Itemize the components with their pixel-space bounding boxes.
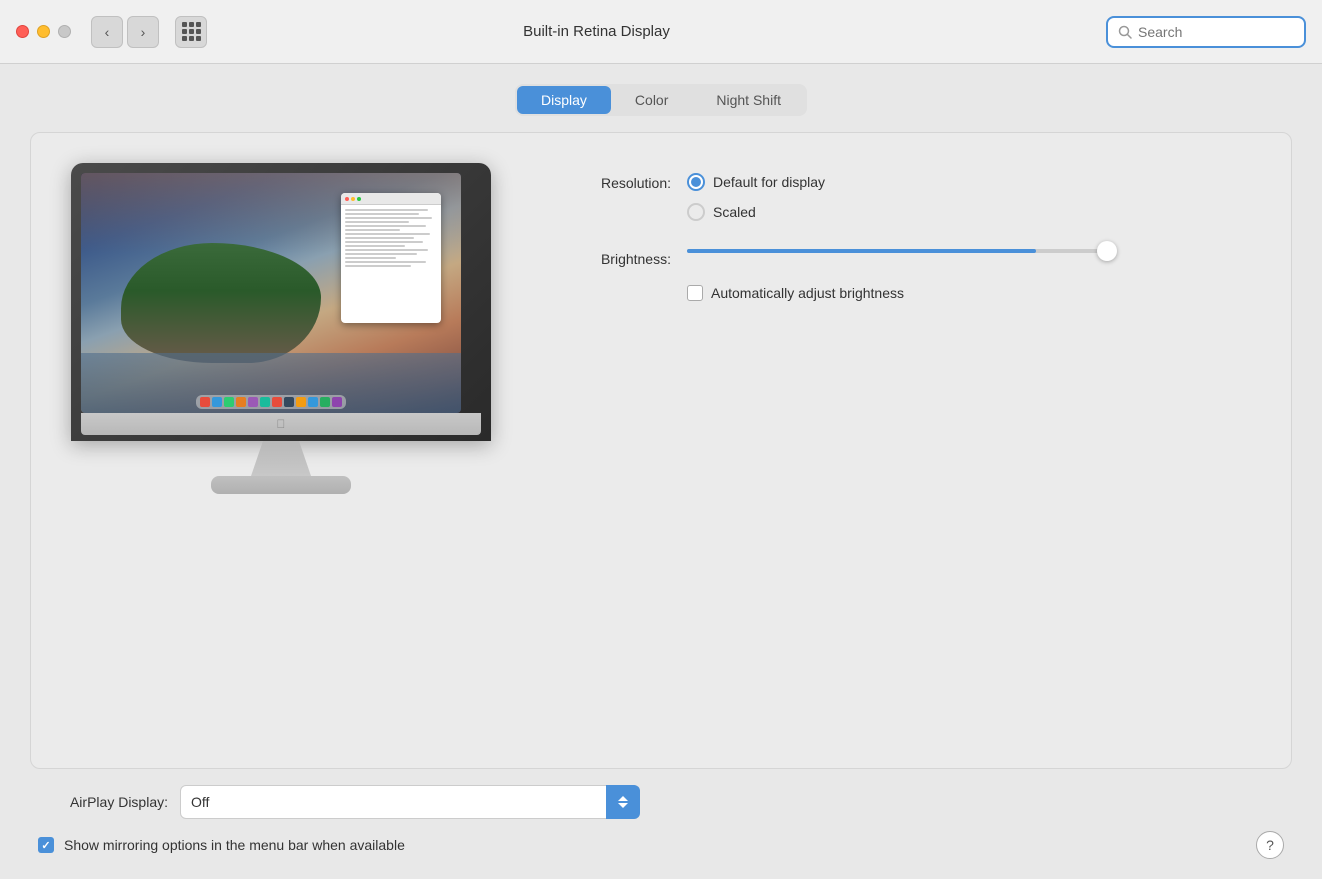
imac-screen-outer:  [71,163,491,441]
radio-inner-icon [691,177,701,187]
resolution-scaled-option[interactable]: Scaled [687,203,825,221]
resolution-default-option[interactable]: Default for display [687,173,825,191]
island [121,243,321,363]
brightness-slider-container [687,249,1107,253]
brightness-group: Brightness: [561,249,1261,267]
imac:  [71,163,491,494]
tab-night-shift[interactable]: Night Shift [692,86,805,114]
imac-screen [81,173,461,413]
auto-brightness-label: Automatically adjust brightness [711,285,904,301]
maximize-button[interactable] [58,25,71,38]
help-button[interactable]: ? [1256,831,1284,859]
search-icon [1118,25,1132,39]
main-content: Display Color Night Shift [0,64,1322,879]
tab-display[interactable]: Display [517,86,611,114]
close-button[interactable] [16,25,29,38]
resolution-scaled-radio[interactable] [687,203,705,221]
imac-illustration:  [61,163,501,494]
mirroring-row: ✓ Show mirroring options in the menu bar… [38,831,1284,859]
brightness-slider-track [687,249,1107,253]
brightness-slider-fill [687,249,1036,253]
search-box [1106,16,1306,48]
resolution-label: Resolution: [561,173,671,191]
bottom-section: AirPlay Display: Off On ✓ Show mirroring… [30,785,1292,859]
settings-controls: Resolution: Default for display Scaled [561,163,1261,301]
auto-brightness-checkbox[interactable] [687,285,703,301]
imac-foot [211,476,351,494]
minimize-button[interactable] [37,25,50,38]
resolution-radio-group: Default for display Scaled [687,173,825,221]
tabs-container: Display Color Night Shift [30,84,1292,116]
dock [196,395,346,409]
window-title: Built-in Retina Display [99,23,1094,40]
resolution-scaled-label: Scaled [713,204,756,220]
airplay-label: AirPlay Display: [38,794,168,810]
wallpaper [81,173,461,413]
search-input[interactable] [1138,24,1294,40]
imac-neck [251,441,311,476]
auto-brightness-group: Automatically adjust brightness [687,285,1261,301]
imac-base [211,441,351,494]
brightness-label: Brightness: [561,249,671,267]
tabs: Display Color Night Shift [515,84,807,116]
airplay-select-container: Off On [180,785,640,819]
titlebar: ‹ › Built-in Retina Display [0,0,1322,64]
resolution-default-radio[interactable] [687,173,705,191]
document-window [341,193,441,323]
window-controls [16,25,71,38]
tab-color[interactable]: Color [611,86,692,114]
imac-chin:  [81,413,481,435]
apple-logo-icon:  [277,417,286,431]
resolution-default-label: Default for display [713,174,825,190]
settings-panel:  Resolution: Default [30,132,1292,769]
resolution-group: Resolution: Default for display Scaled [561,173,1261,221]
checkmark-icon: ✓ [41,839,50,852]
brightness-slider-thumb[interactable] [1097,241,1117,261]
airplay-row: AirPlay Display: Off On [38,785,1284,819]
mirroring-checkbox[interactable]: ✓ [38,837,54,853]
airplay-select[interactable]: Off On [180,785,640,819]
mirroring-label: Show mirroring options in the menu bar w… [64,837,405,853]
